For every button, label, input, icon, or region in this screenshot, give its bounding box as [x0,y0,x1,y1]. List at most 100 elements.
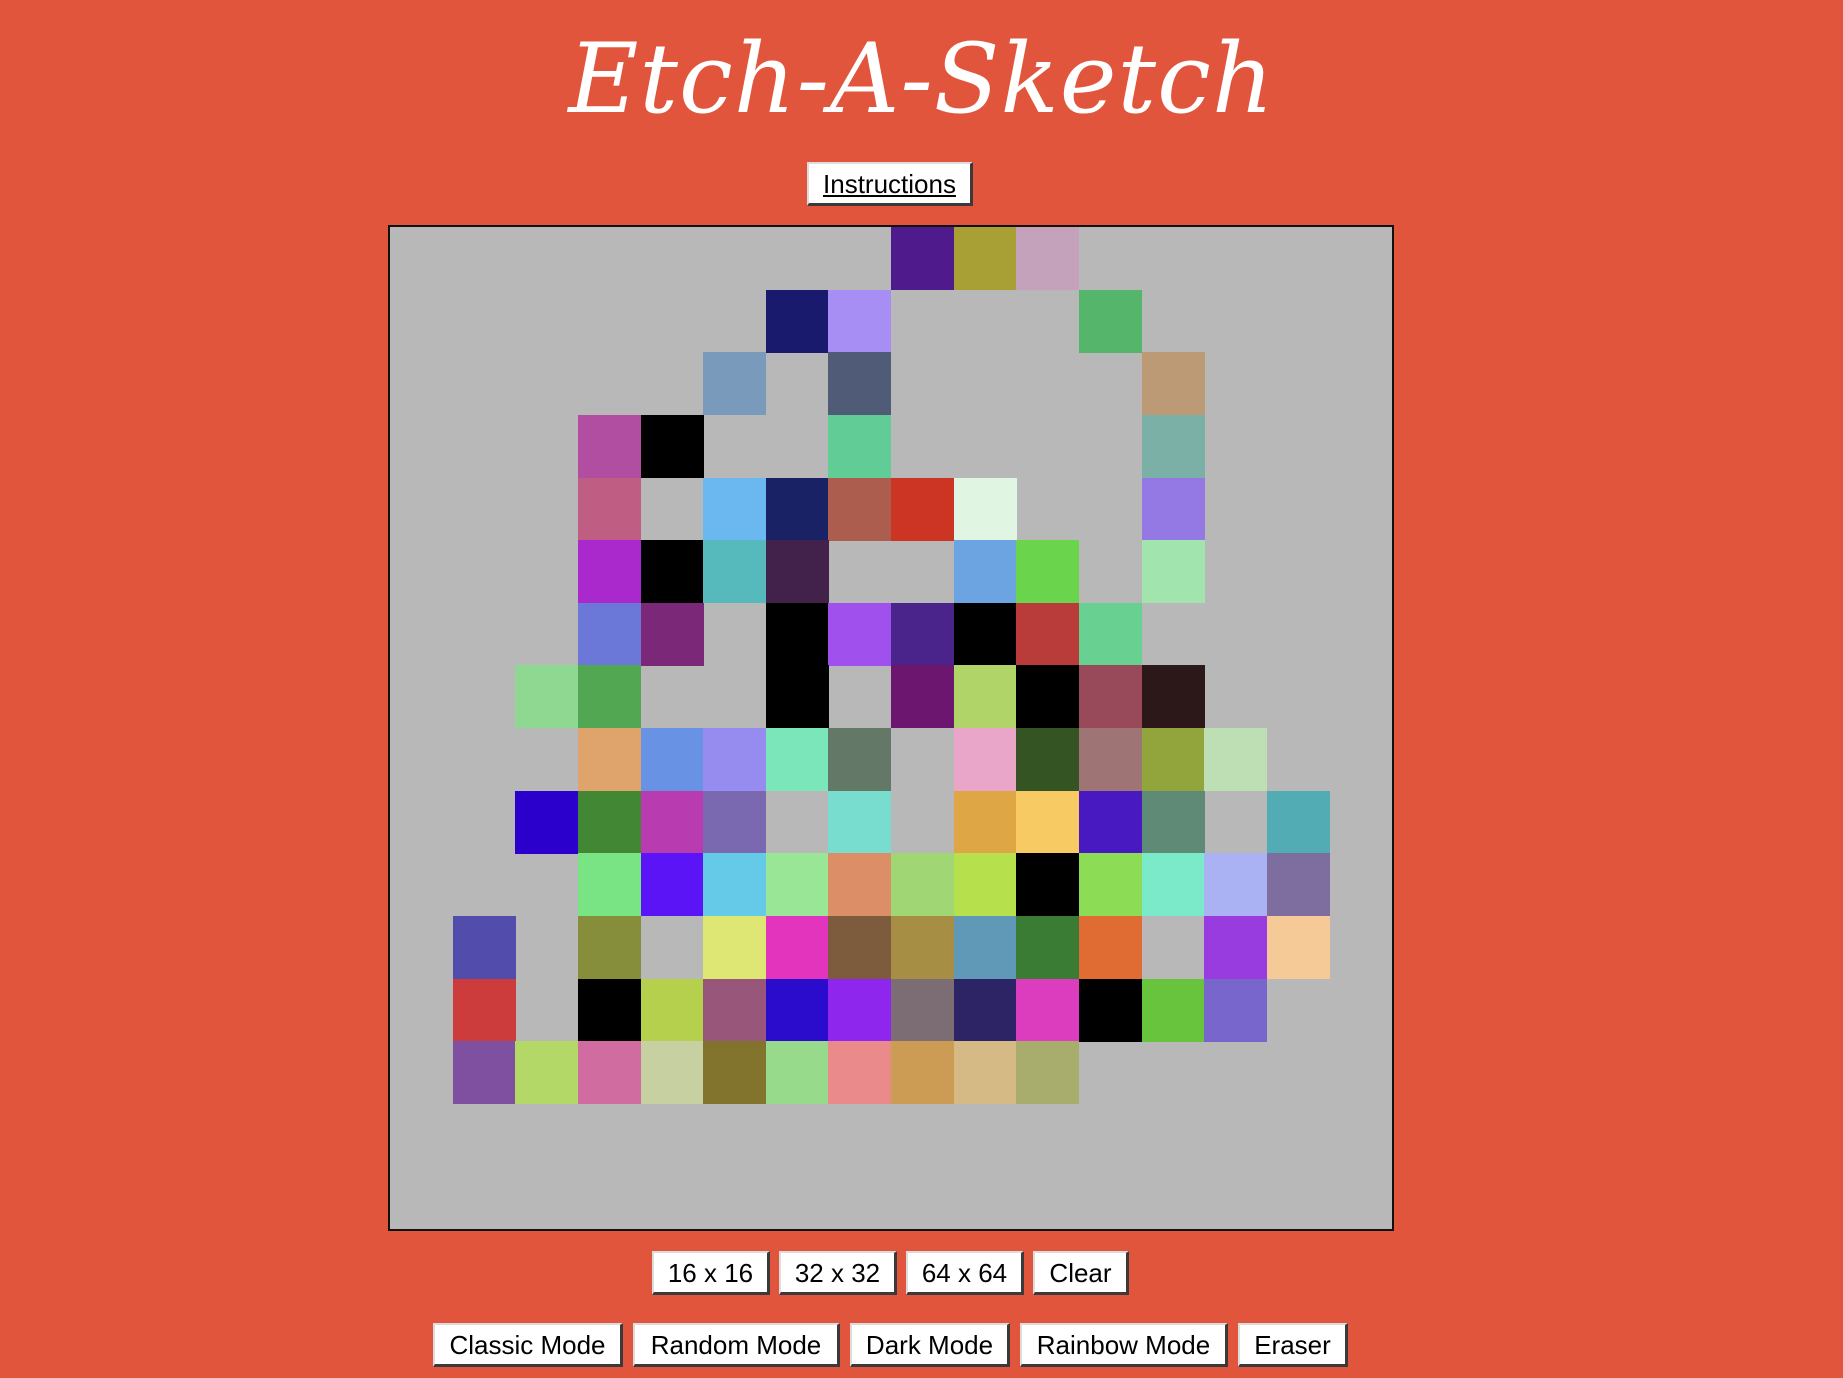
grid-cell[interactable] [953,477,1017,541]
grid-cell[interactable] [577,1041,641,1105]
grid-cell[interactable] [953,728,1017,791]
grid-cell[interactable] [452,1041,516,1105]
grid-cell[interactable] [953,1041,1017,1105]
grid-cell[interactable] [891,477,954,541]
grid-cell[interactable] [1204,978,1268,1042]
grid-cell[interactable] [640,1041,704,1105]
grid-cell[interactable] [640,790,704,854]
grid-cell[interactable] [640,414,704,478]
grid-cell[interactable] [1078,790,1142,854]
grid-cell[interactable] [1078,853,1142,917]
grid-cell[interactable] [1141,978,1205,1042]
grid-cell[interactable] [577,665,641,729]
grid-cell[interactable] [1141,790,1205,854]
grid-cell[interactable] [703,790,767,854]
size-16-button[interactable]: 16 x 16 [652,1251,770,1295]
grid-cell[interactable] [765,728,829,791]
grid-cell[interactable] [703,1041,767,1105]
grid-cell[interactable] [891,915,954,979]
grid-cell[interactable] [1016,790,1080,854]
eraser-button[interactable]: Eraser [1238,1323,1348,1367]
grid-cell[interactable] [1141,728,1205,791]
grid-cell[interactable] [891,978,954,1042]
grid-cell[interactable] [1141,540,1205,604]
grid-cell[interactable] [891,602,954,666]
grid-cell[interactable] [577,602,641,666]
grid-cell[interactable] [640,602,704,666]
grid-cell[interactable] [765,477,829,541]
grid-cell[interactable] [828,1041,892,1105]
grid-cell[interactable] [1016,540,1080,604]
grid-cell[interactable] [953,227,1017,290]
grid-cell[interactable] [765,853,829,917]
grid-cell[interactable] [640,540,704,604]
grid-cell[interactable] [953,665,1017,729]
grid-cell[interactable] [1078,978,1142,1042]
grid-cell[interactable] [1266,915,1330,979]
grid-cell[interactable] [828,978,892,1042]
grid-cell[interactable] [828,414,892,478]
grid-cell[interactable] [828,289,892,353]
grid-cell[interactable] [1078,289,1142,353]
grid-cell[interactable] [1078,602,1142,666]
instructions-button[interactable]: Instructions [807,162,973,206]
grid-cell[interactable] [953,540,1017,604]
grid-cell[interactable] [577,477,641,541]
grid-cell[interactable] [828,853,892,917]
grid-cell[interactable] [1016,915,1080,979]
grid-cell[interactable] [577,853,641,917]
grid-cell[interactable] [515,790,579,854]
size-32-button[interactable]: 32 x 32 [779,1251,897,1295]
grid-cell[interactable] [452,915,516,979]
grid-cell[interactable] [953,853,1017,917]
grid-cell[interactable] [577,978,641,1042]
grid-cell[interactable] [640,853,704,917]
grid-cell[interactable] [891,853,954,917]
grid-cell[interactable] [765,978,829,1042]
grid-cell[interactable] [577,414,641,478]
grid-cell[interactable] [1141,665,1205,729]
grid-cell[interactable] [765,540,829,604]
grid-cell[interactable] [1266,853,1330,917]
grid-cell[interactable] [1078,728,1142,791]
grid-cell[interactable] [577,790,641,854]
grid-cell[interactable] [891,665,954,729]
grid-cell[interactable] [1016,978,1080,1042]
grid-cell[interactable] [1016,728,1080,791]
dark-mode-button[interactable]: Dark Mode [850,1323,1010,1367]
grid-cell[interactable] [953,790,1017,854]
classic-mode-button[interactable]: Classic Mode [433,1323,623,1367]
grid-cell[interactable] [1141,352,1205,416]
grid-cell[interactable] [765,289,829,353]
random-mode-button[interactable]: Random Mode [633,1323,840,1367]
grid-cell[interactable] [765,915,829,979]
grid-cell[interactable] [703,540,767,604]
grid-cell[interactable] [828,790,892,854]
grid-cell[interactable] [1204,728,1268,791]
grid-cell[interactable] [577,728,641,791]
grid-cell[interactable] [1016,665,1080,729]
grid-cell[interactable] [640,728,704,791]
grid-cell[interactable] [1016,1041,1080,1105]
sketch-grid[interactable] [388,225,1394,1231]
grid-cell[interactable] [515,1041,579,1105]
grid-cell[interactable] [703,915,767,979]
grid-cell[interactable] [828,352,892,416]
grid-cell[interactable] [703,352,767,416]
grid-cell[interactable] [1204,853,1268,917]
grid-cell[interactable] [1016,602,1080,666]
grid-cell[interactable] [1078,915,1142,979]
grid-cell[interactable] [828,477,892,541]
grid-cell[interactable] [891,227,954,290]
grid-cell[interactable] [765,1041,829,1105]
grid-cell[interactable] [640,978,704,1042]
grid-cell[interactable] [953,602,1017,666]
grid-cell[interactable] [703,728,767,791]
grid-cell[interactable] [1266,790,1330,854]
grid-cell[interactable] [703,978,767,1042]
grid-cell[interactable] [1078,665,1142,729]
rainbow-mode-button[interactable]: Rainbow Mode [1020,1323,1228,1367]
grid-cell[interactable] [765,602,829,666]
grid-cell[interactable] [577,915,641,979]
grid-cell[interactable] [1141,853,1205,917]
